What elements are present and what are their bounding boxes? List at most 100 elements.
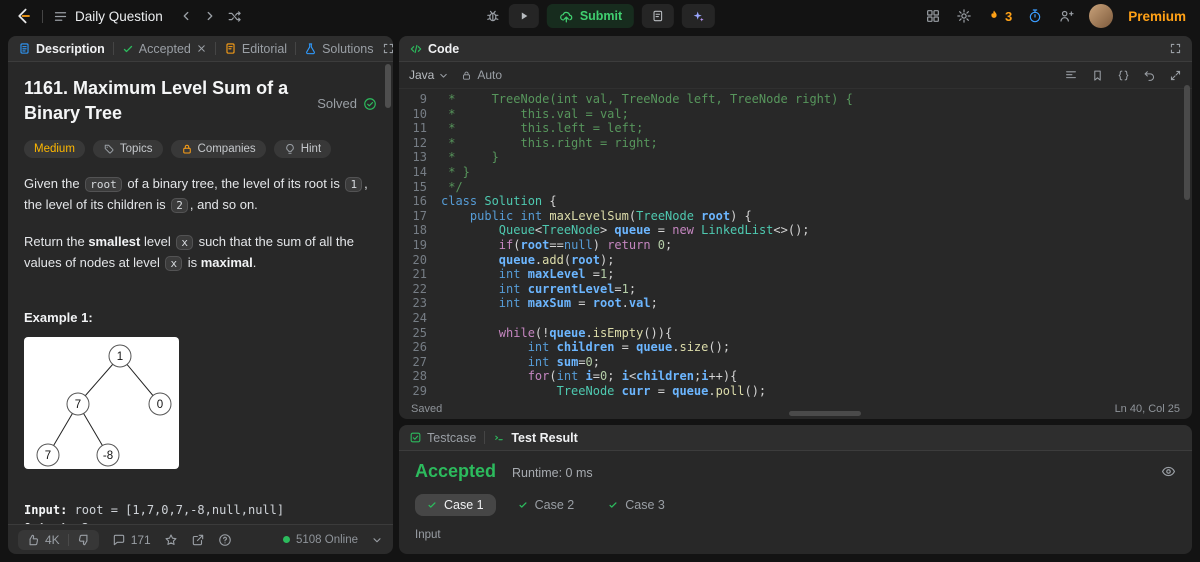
tab-accepted[interactable]: Accepted: [122, 42, 207, 56]
code-line[interactable]: 12 * this.right = right;: [399, 136, 1192, 151]
layout-grid-icon[interactable]: [925, 8, 941, 24]
tab-code[interactable]: Code: [409, 42, 459, 56]
lightbulb-icon: [284, 143, 296, 155]
auto-save-indicator[interactable]: Auto: [461, 68, 502, 82]
code-line[interactable]: 25 while(!queue.isEmpty()){: [399, 326, 1192, 341]
code-line[interactable]: 28 for(int i=0; i<children;i++){: [399, 369, 1192, 384]
bookmark-icon[interactable]: [1091, 69, 1104, 82]
code-line[interactable]: 14 * }: [399, 165, 1192, 180]
code-line[interactable]: 18 Queue<TreeNode> queue = new LinkedLis…: [399, 223, 1192, 238]
description-scrollbar[interactable]: [385, 64, 391, 108]
code-line[interactable]: 11 * this.left = left;: [399, 121, 1192, 136]
document-icon: [18, 42, 31, 55]
line-number: 26: [412, 340, 427, 355]
premium-link[interactable]: Premium: [1128, 9, 1186, 24]
tab-label: Testcase: [427, 430, 477, 445]
saved-status: Saved: [411, 403, 443, 415]
runtime-text: Runtime: 0 ms: [512, 466, 593, 480]
flame-icon: [987, 9, 1001, 23]
difficulty-badge[interactable]: Medium: [24, 140, 85, 159]
shuffle-icon[interactable]: [227, 9, 242, 24]
auto-label: Auto: [477, 68, 503, 82]
code-line[interactable]: 10 * this.val = val;: [399, 107, 1192, 122]
companies-badge[interactable]: Companies: [170, 140, 266, 159]
language-selector[interactable]: Java: [409, 68, 449, 82]
tab-testcase[interactable]: Testcase: [409, 431, 476, 445]
code-line[interactable]: 15 */: [399, 180, 1192, 195]
code-line[interactable]: 22 int currentLevel=1;: [399, 282, 1192, 297]
case-1-tab[interactable]: Case 1: [415, 494, 496, 516]
code-line[interactable]: 17 public int maxLevelSum(TreeNode root)…: [399, 209, 1192, 224]
case-3-tab[interactable]: Case 3: [596, 494, 677, 516]
streak-counter[interactable]: 3: [987, 9, 1012, 24]
description-content: 1161. Maximum Level Sum of a Binary Tree…: [8, 62, 393, 524]
code-line[interactable]: 20 queue.add(root);: [399, 253, 1192, 268]
tab-label: Test Result: [511, 430, 578, 445]
code-line[interactable]: 9 * TreeNode(int val, TreeNode left, Tre…: [399, 92, 1192, 107]
tab-label: Accepted: [138, 41, 191, 56]
cursor-position[interactable]: Ln 40, Col 25: [1115, 403, 1180, 415]
notes-button[interactable]: [642, 4, 675, 28]
reset-code-icon[interactable]: [1143, 69, 1156, 82]
result-content: Accepted Runtime: 0 ms Case 1 Case 2 Cas…: [399, 451, 1192, 554]
ai-assistant-button[interactable]: [682, 4, 716, 28]
avatar[interactable]: [1089, 4, 1114, 28]
expand-panel-icon[interactable]: [382, 42, 394, 55]
share-icon[interactable]: [191, 533, 205, 547]
tab-description[interactable]: Description: [18, 42, 105, 56]
favorite-star-icon[interactable]: [164, 533, 178, 547]
line-number: 20: [412, 252, 427, 267]
code-line[interactable]: 27 int sum=0;: [399, 355, 1192, 370]
divider: [67, 533, 69, 546]
example-input-line: Input: root = [1,7,0,7,-8,null,null]: [24, 502, 285, 517]
case-label: Case 3: [625, 498, 665, 512]
daily-question-nav[interactable]: Daily Question: [53, 9, 163, 24]
close-icon[interactable]: [196, 43, 207, 54]
run-button[interactable]: [508, 4, 539, 28]
code-line[interactable]: 29 TreeNode curr = queue.poll();: [399, 384, 1192, 399]
tab-solutions[interactable]: Solutions: [304, 42, 374, 56]
terminal-icon: [493, 431, 506, 444]
editor-vertical-scrollbar[interactable]: [1184, 85, 1190, 200]
topics-badge[interactable]: Topics: [92, 140, 163, 159]
code-line[interactable]: 26 int children = queue.size();: [399, 340, 1192, 355]
dislike-button[interactable]: [77, 533, 91, 547]
topbar-right-group: 3 Premium: [925, 4, 1186, 28]
lock-icon: [461, 70, 472, 81]
code-line[interactable]: 19 if(root==null) return 0;: [399, 238, 1192, 253]
case-2-tab[interactable]: Case 2: [506, 494, 587, 516]
add-friend-icon[interactable]: [1058, 8, 1074, 24]
comments-button[interactable]: 171: [112, 533, 151, 547]
thumbs-down-icon: [77, 533, 91, 547]
expand-panel-icon[interactable]: [1169, 42, 1182, 55]
leetcode-logo-icon[interactable]: [14, 7, 32, 25]
code-line[interactable]: 16 class Solution {: [399, 194, 1192, 209]
scroll-down-icon[interactable]: [371, 534, 383, 546]
timer-icon[interactable]: [1027, 8, 1043, 24]
code-editor[interactable]: 9 * TreeNode(int val, TreeNode left, Tre…: [399, 89, 1192, 399]
maximize-editor-icon[interactable]: [1169, 69, 1182, 82]
editor-horizontal-scrollbar[interactable]: [789, 411, 861, 416]
snippets-braces-icon[interactable]: [1117, 69, 1130, 82]
debugger-icon[interactable]: [485, 8, 501, 24]
chevron-down-icon: [438, 70, 449, 81]
next-question-button[interactable]: [203, 9, 217, 23]
description-tabbar: Description Accepted Editorial Solutions: [8, 36, 393, 62]
format-code-icon[interactable]: [1064, 68, 1078, 82]
feedback-question-icon[interactable]: [218, 533, 232, 547]
prev-question-button[interactable]: [179, 9, 193, 23]
problem-statement-1: Given the root of a binary tree, the lev…: [24, 176, 368, 214]
code-line[interactable]: 24: [399, 311, 1192, 326]
code-line[interactable]: 13 * }: [399, 150, 1192, 165]
eye-icon[interactable]: [1161, 464, 1176, 479]
code-line[interactable]: 21 int maxLevel =1;: [399, 267, 1192, 282]
code-line[interactable]: 23 int maxSum = root.val;: [399, 296, 1192, 311]
like-button[interactable]: 4K: [26, 533, 60, 547]
tab-test-result[interactable]: Test Result: [493, 430, 578, 445]
hint-badge[interactable]: Hint: [273, 140, 332, 159]
tab-editorial[interactable]: Editorial: [224, 42, 287, 56]
code-icon: [409, 42, 423, 56]
flask-icon: [304, 42, 317, 55]
gear-icon[interactable]: [956, 8, 972, 24]
submit-button[interactable]: Submit: [546, 4, 635, 28]
